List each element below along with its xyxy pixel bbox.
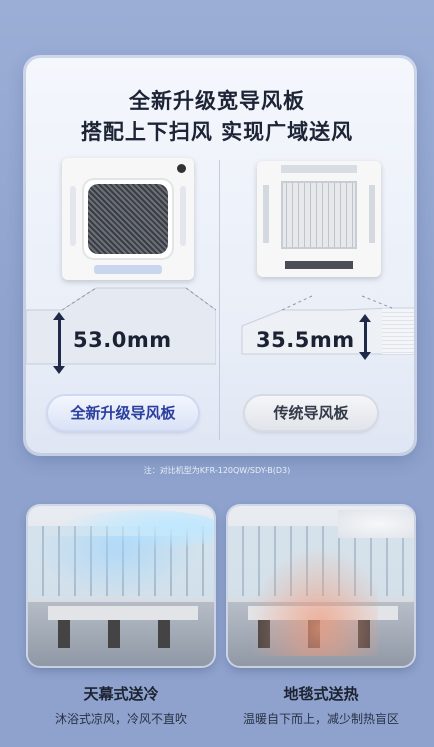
old-panel-louver-left [263, 185, 269, 243]
heating-mode-title: 地毯式送热 [283, 685, 359, 703]
new-panel-ribbon [26, 287, 216, 365]
old-panel-louver-right [369, 185, 375, 243]
heating-office-image [228, 506, 414, 666]
new-panel-louver-right [180, 186, 186, 246]
cooling-office-image [28, 506, 214, 666]
old-panel-louver-bottom [285, 261, 353, 269]
new-panel-mesh [88, 184, 168, 254]
warm-air-flow [248, 546, 378, 656]
new-panel-unit-image [62, 158, 194, 280]
old-panel-measurement: 35.5mm [256, 328, 355, 352]
headline-line1: 全新升级宽导风板 [129, 89, 305, 113]
footnote: 注：对比机型为KFR-120QW/SDY-B(D3) [143, 466, 291, 475]
old-panel-height-arrow-icon [359, 314, 371, 360]
center-divider [219, 160, 220, 440]
cool-air-flow [38, 536, 198, 596]
cooling-mode-subtitle: 沐浴式凉风，冷风不直吹 [54, 712, 187, 726]
old-panel-louver-top [281, 165, 357, 173]
old-panel-label-pill: 传统导风板 [245, 396, 377, 430]
new-panel-measurement: 53.0mm [73, 328, 172, 352]
new-panel-label-pill: 全新升级导风板 [48, 396, 198, 430]
new-panel-louver-bottom [94, 265, 162, 274]
headline-line2: 搭配上下扫风 实现广域送风 [80, 120, 354, 144]
heating-mode-subtitle: 温暖自下而上，减少制热盲区 [242, 712, 399, 726]
old-panel-unit-image [257, 161, 381, 277]
sensor-icon [177, 164, 186, 173]
old-panel-grill [281, 181, 357, 249]
new-panel-louver-left [70, 186, 76, 246]
cooling-mode-title: 天幕式送冷 [83, 685, 159, 703]
new-panel-height-arrow-icon [53, 312, 65, 374]
